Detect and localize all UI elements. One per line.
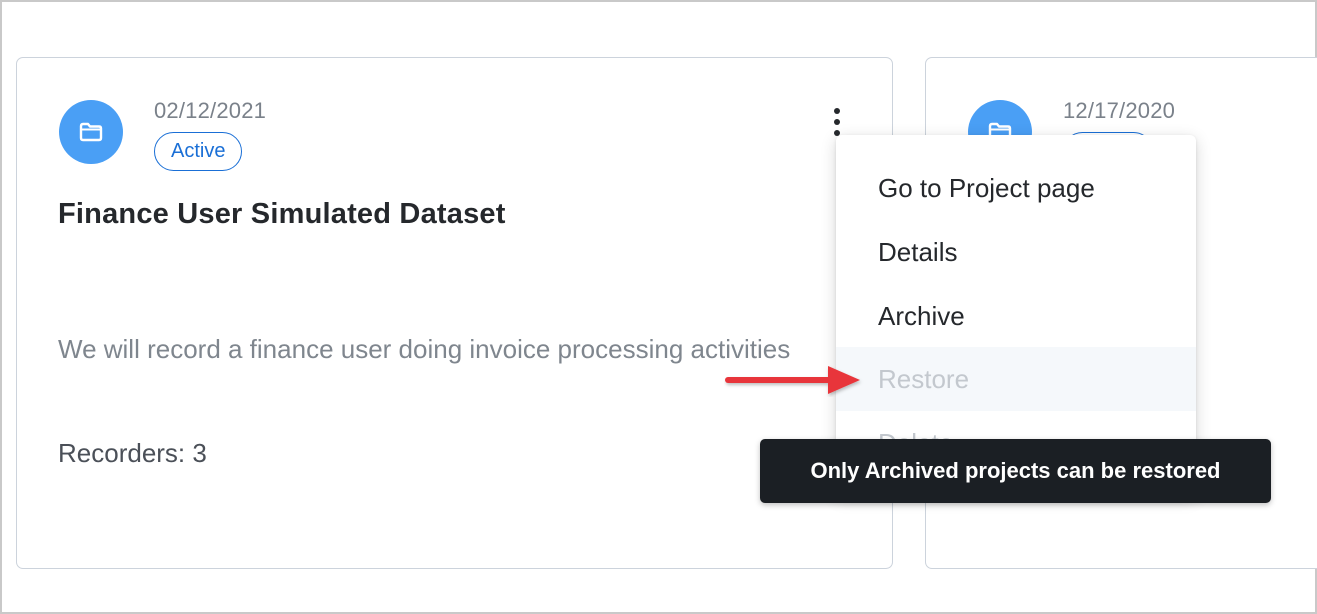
project-date: 12/17/2020 bbox=[1063, 98, 1176, 123]
annotation-arrow-icon bbox=[725, 366, 860, 394]
project-date: 02/12/2021 bbox=[154, 98, 267, 123]
recorders-count: Recorders: 3 bbox=[58, 438, 207, 468]
project-title[interactable]: Finance User Simulated Dataset bbox=[58, 198, 506, 231]
menu-item-restore[interactable]: Restore bbox=[836, 347, 1196, 411]
status-badge: Active bbox=[154, 132, 243, 171]
restore-disabled-tooltip: Only Archived projects can be restored bbox=[760, 439, 1271, 503]
project-description: We will record a finance user doing invo… bbox=[58, 334, 791, 364]
menu-item-go-to-project-page[interactable]: Go to Project page bbox=[836, 156, 1196, 220]
kebab-menu-icon[interactable] bbox=[827, 106, 847, 138]
folder-icon bbox=[59, 100, 123, 164]
menu-item-archive[interactable]: Archive bbox=[836, 284, 1196, 348]
menu-item-details[interactable]: Details bbox=[836, 220, 1196, 284]
